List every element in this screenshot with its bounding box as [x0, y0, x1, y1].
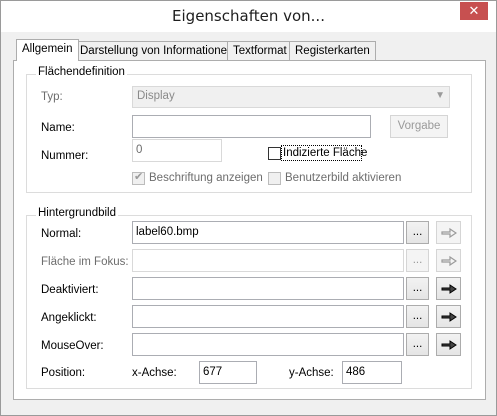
bg-mouseover-browse-button[interactable]: ... — [406, 333, 429, 356]
bg-fokus-label: Fläche im Fokus: — [41, 256, 129, 268]
bg-deaktiviert-field[interactable] — [132, 277, 404, 300]
name-field[interactable] — [132, 115, 371, 138]
pointing-hand-icon — [441, 340, 457, 350]
pointing-hand-icon — [440, 255, 457, 267]
bg-fokus-pick-button[interactable] — [436, 249, 461, 272]
bg-angeklickt-pick-button[interactable] — [436, 305, 461, 328]
typ-select[interactable]: Display ▼ — [132, 86, 450, 108]
tab-textformat[interactable]: Textformat — [227, 41, 293, 61]
beschriftung-checkbox[interactable]: ✔ — [132, 171, 145, 185]
title-bar: Eigenschaften von... ✕ — [1, 1, 496, 32]
beschriftung-label: Beschriftung anzeigen — [149, 172, 263, 184]
position-label: Position: — [41, 367, 86, 379]
tab-panel-allgemein: Flächendefinition Typ: Display ▼ Name: V… — [13, 60, 486, 400]
bg-normal-browse-button[interactable]: ... — [406, 221, 429, 244]
pointing-hand-icon — [441, 312, 457, 322]
bg-deaktiviert-pick-button[interactable] — [436, 277, 461, 300]
bg-mouseover-label: MouseOver: — [41, 340, 104, 352]
bg-fokus-browse-button[interactable]: ... — [406, 249, 429, 272]
benutzerbild-label: Benutzerbild aktivieren — [285, 172, 402, 184]
x-achse-field[interactable]: 677 — [199, 361, 257, 384]
bg-normal-label: Normal: — [41, 228, 82, 240]
typ-value: Display — [137, 90, 175, 102]
bg-normal-field[interactable]: label60.bmp — [132, 221, 404, 244]
bg-angeklickt-browse-button[interactable]: ... — [406, 305, 429, 328]
chevron-down-icon: ▼ — [435, 90, 445, 101]
name-label: Name: — [41, 122, 75, 134]
typ-label: Typ: — [41, 91, 63, 103]
dialog-title: Eigenschaften von... — [172, 7, 325, 25]
bg-deaktiviert-label: Deaktiviert: — [41, 284, 99, 296]
indizierte-checkbox[interactable] — [268, 147, 281, 160]
bg-deaktiviert-browse-button[interactable]: ... — [406, 277, 429, 300]
bg-angeklickt-field[interactable] — [132, 305, 404, 328]
nummer-field[interactable]: 0 — [132, 139, 222, 162]
y-achse-label: y-Achse: — [289, 367, 334, 379]
y-achse-field[interactable]: 486 — [342, 361, 402, 384]
close-button[interactable]: ✕ — [460, 2, 488, 20]
pointing-hand-icon — [440, 227, 457, 239]
check-icon: ✔ — [134, 171, 144, 183]
bg-mouseover-pick-button[interactable] — [436, 333, 461, 356]
close-icon: ✕ — [468, 3, 480, 18]
group-flaechendefinition-title: Flächendefinition — [36, 66, 127, 78]
group-hintergrundbild-title: Hintergrundbild — [36, 207, 118, 219]
benutzerbild-checkbox[interactable] — [268, 172, 281, 185]
bg-angeklickt-label: Angeklickt: — [41, 312, 97, 324]
properties-dialog: Eigenschaften von... ✕ Allgemein Darstel… — [0, 0, 497, 416]
tab-registerkarten[interactable]: Registerkarten — [289, 41, 376, 61]
bg-fokus-field[interactable] — [132, 249, 404, 272]
bg-mouseover-field[interactable] — [132, 333, 404, 356]
indizierte-label: Indizierte Fläche — [283, 147, 368, 159]
nummer-label: Nummer: — [41, 150, 89, 162]
tab-darstellung[interactable]: Darstellung von Informationen — [74, 41, 240, 61]
bg-normal-pick-button[interactable] — [436, 221, 461, 244]
vorgabe-button[interactable]: Vorgabe — [390, 115, 448, 138]
x-achse-label: x-Achse: — [132, 367, 177, 379]
pointing-hand-icon — [441, 284, 457, 294]
tab-allgemein[interactable]: Allgemein — [16, 39, 79, 61]
